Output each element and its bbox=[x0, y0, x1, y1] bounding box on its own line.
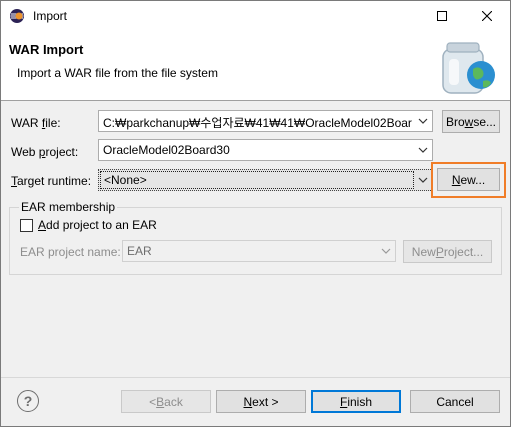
chevron-down-icon bbox=[418, 177, 428, 183]
war-file-value: C:₩parkchanup₩수업자료₩41₩41₩OracleModel02Bo… bbox=[103, 116, 412, 130]
ear-project-name-value: EAR bbox=[127, 244, 152, 258]
ear-project-name-label: EAR project name: bbox=[20, 245, 121, 259]
title-bar: Import bbox=[1, 1, 510, 31]
help-button[interactable]: ? bbox=[17, 390, 39, 412]
ear-membership-title: EAR membership bbox=[19, 200, 118, 214]
target-runtime-label: Target runtime: bbox=[11, 174, 92, 188]
wizard-description: Import a WAR file from the file system bbox=[17, 66, 218, 80]
import-dialog: Import WAR Import Import a WAR file from… bbox=[0, 0, 511, 427]
back-button[interactable]: < Back bbox=[121, 390, 211, 413]
eclipse-icon bbox=[10, 9, 24, 23]
target-runtime-value: <None> bbox=[104, 173, 147, 187]
help-icon: ? bbox=[23, 393, 33, 409]
web-project-combo[interactable]: OracleModel02Board30 bbox=[98, 139, 433, 161]
browse-button[interactable]: Bro w se... bbox=[442, 110, 500, 133]
add-to-ear-label: Add project to an EAR bbox=[38, 218, 157, 232]
close-icon bbox=[482, 11, 492, 21]
war-file-combo[interactable]: C:₩parkchanup₩수업자료₩41₩41₩OracleModel02Bo… bbox=[98, 110, 433, 132]
ear-project-name-combo[interactable]: EAR bbox=[122, 240, 396, 262]
chevron-down-icon bbox=[381, 248, 391, 254]
wizard-header: WAR Import Import a WAR file from the fi… bbox=[1, 31, 510, 101]
new-runtime-button[interactable]: New... bbox=[437, 168, 500, 191]
chevron-down-icon bbox=[418, 147, 428, 153]
war-file-label: WAR file: bbox=[11, 116, 61, 130]
finish-button[interactable]: Finish bbox=[311, 390, 401, 413]
next-button[interactable]: Next > bbox=[216, 390, 306, 413]
wizard-title: WAR Import bbox=[9, 42, 84, 57]
maximize-icon bbox=[437, 11, 447, 21]
close-button[interactable] bbox=[464, 1, 510, 31]
web-project-value: OracleModel02Board30 bbox=[103, 143, 230, 157]
footer-divider bbox=[1, 377, 510, 378]
web-project-label: Web project: bbox=[11, 145, 79, 159]
target-runtime-combo[interactable]: <None> bbox=[98, 169, 433, 191]
cancel-button[interactable]: Cancel bbox=[410, 390, 500, 413]
focus-rect bbox=[100, 171, 414, 189]
maximize-button[interactable] bbox=[419, 1, 465, 31]
window-title: Import bbox=[33, 9, 68, 23]
add-to-ear-checkbox[interactable] bbox=[20, 219, 33, 232]
new-ear-project-button[interactable]: New Project... bbox=[403, 240, 492, 263]
war-jar-globe-icon bbox=[442, 42, 495, 94]
chevron-down-icon bbox=[418, 118, 428, 124]
